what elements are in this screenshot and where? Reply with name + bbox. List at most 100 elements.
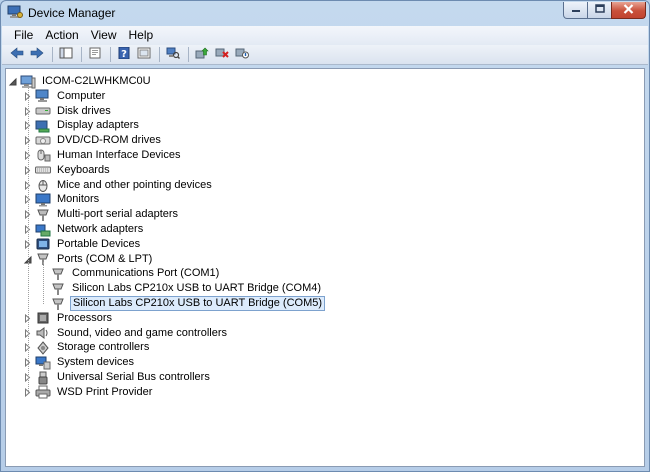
processor-icon xyxy=(35,311,51,325)
back-button[interactable] xyxy=(8,47,26,63)
menu-view[interactable]: View xyxy=(85,26,123,45)
toolbar: ? xyxy=(2,45,648,65)
display-adapter-icon xyxy=(35,119,51,133)
disable-button[interactable] xyxy=(233,47,251,63)
properties-icon xyxy=(88,47,102,62)
maximize-icon xyxy=(594,4,605,16)
mouse-icon xyxy=(35,178,51,193)
toolbar-separator xyxy=(110,47,111,62)
help-button[interactable]: ? xyxy=(115,46,133,63)
tree-category-display-adapters[interactable]: Display adapters xyxy=(35,118,141,133)
tree-item-label: Disk drives xyxy=(57,104,111,117)
show-hidden-icon xyxy=(137,47,151,62)
device-tree-pane[interactable]: ICOM-C2LWHKMC0U Computer Disk drives Displa… xyxy=(5,68,645,467)
portable-device-icon xyxy=(35,237,51,251)
tree-item-label: ICOM-C2LWHKMC0U xyxy=(42,75,151,87)
tree-connector-line xyxy=(28,84,29,393)
toolbar-separator xyxy=(188,47,189,62)
window-title: Device Manager xyxy=(28,6,116,20)
update-driver-button[interactable] xyxy=(193,47,211,63)
keyboard-icon xyxy=(35,163,51,177)
menu-action[interactable]: Action xyxy=(39,26,84,45)
tree-connector-line xyxy=(43,262,44,304)
tree-item-label: Universal Serial Bus controllers xyxy=(57,371,210,383)
tree-item-label: Network adapters xyxy=(57,223,144,235)
tree-category-ports-com-lpt[interactable]: Ports (COM & LPT) xyxy=(35,252,154,267)
show-hide-console-tree-icon xyxy=(59,47,73,62)
properties-button[interactable] xyxy=(86,47,104,63)
tree-category-disk-drives[interactable]: Disk drives xyxy=(35,104,113,119)
tree-item-label: Multi-port serial adapters xyxy=(57,208,179,221)
serial-adapter-icon xyxy=(35,208,51,222)
tree-category-multi-port-serial-adapters[interactable]: Multi-port serial adapters xyxy=(35,207,180,222)
disk-drive-icon xyxy=(35,104,51,118)
tree-device-item[interactable]: Communications Port (COM1) xyxy=(50,266,221,281)
tree-item-label: Communications Port (COM1) xyxy=(72,267,220,280)
tree-device-item[interactable]: Silicon Labs CP210x USB to UART Bridge (… xyxy=(50,296,326,311)
minimize-icon xyxy=(571,4,581,16)
forward-button[interactable] xyxy=(28,47,46,63)
port-icon xyxy=(50,282,66,296)
tree-category-processors[interactable]: Processors xyxy=(35,311,114,326)
tree-item-label: Sound, video and game controllers xyxy=(57,326,227,339)
title-bar[interactable]: Device Manager xyxy=(1,1,649,25)
tree-item-label: Processors xyxy=(57,311,113,324)
tree-category-universal-serial-bus-controllers[interactable]: Universal Serial Bus controllers xyxy=(35,370,212,385)
tree-device-item[interactable]: Silicon Labs CP210x USB to UART Bridge (… xyxy=(50,281,323,296)
tree-category-computer[interactable]: Computer xyxy=(35,89,107,104)
dvd-drive-icon xyxy=(35,134,51,148)
hid-icon xyxy=(35,149,51,163)
tree-root-computer[interactable]: ICOM-C2LWHKMC0U xyxy=(20,74,153,89)
show-hide-tree-button[interactable] xyxy=(57,47,75,63)
tree-item-label: System devices xyxy=(57,356,135,369)
uninstall-button[interactable] xyxy=(213,47,231,63)
tree-item-label: Keyboards xyxy=(57,163,110,176)
device-manager-window: Device Manager File Action View Help ? I… xyxy=(0,0,650,472)
tree-category-wsd-print-provider[interactable]: WSD Print Provider xyxy=(35,385,154,400)
sound-icon xyxy=(35,326,51,340)
menu-file[interactable]: File xyxy=(8,26,39,45)
tree-category-keyboards[interactable]: Keyboards xyxy=(35,163,112,178)
close-icon xyxy=(623,3,634,17)
tree-category-network-adapters[interactable]: Network adapters xyxy=(35,222,145,237)
maximize-button[interactable] xyxy=(587,2,612,19)
port-icon xyxy=(50,267,66,281)
storage-controller-icon xyxy=(35,341,51,355)
tree-category-mice-and-other-pointing-devices[interactable]: Mice and other pointing devices xyxy=(35,178,214,193)
uninstall-icon xyxy=(215,47,229,62)
tree-category-storage-controllers[interactable]: Storage controllers xyxy=(35,340,151,355)
scan-hardware-button[interactable] xyxy=(164,47,182,63)
system-device-icon xyxy=(35,356,51,370)
svg-text:?: ? xyxy=(121,49,127,59)
tree-item-label: Silicon Labs CP210x USB to UART Bridge (… xyxy=(72,282,322,295)
help-icon: ? xyxy=(117,46,131,62)
close-button[interactable] xyxy=(611,2,646,19)
tree-category-sound-video-and-game-controllers[interactable]: Sound, video and game controllers xyxy=(35,326,229,341)
computer-icon xyxy=(35,89,51,103)
menu-help[interactable]: Help xyxy=(123,26,160,45)
toolbar-separator xyxy=(81,47,82,62)
toolbar-separator xyxy=(159,47,160,62)
tree-item-label: Computer xyxy=(57,89,106,102)
tree-item-label: Display adapters xyxy=(57,119,139,132)
network-adapter-icon xyxy=(35,223,51,237)
collapse-arrow-icon[interactable] xyxy=(8,77,17,86)
minimize-button[interactable] xyxy=(563,2,588,19)
tree-item-label: DVD/CD-ROM drives xyxy=(57,134,161,147)
menu-bar: File Action View Help xyxy=(2,26,648,45)
tree-category-portable-devices[interactable]: Portable Devices xyxy=(35,237,142,252)
device-manager-app-icon xyxy=(7,5,23,19)
toolbar-separator xyxy=(52,47,53,62)
tree-item-label: Monitors xyxy=(57,193,100,206)
scan-hardware-icon xyxy=(166,47,180,62)
tree-category-system-devices[interactable]: System devices xyxy=(35,355,136,370)
tree-item-label: Ports (COM & LPT) xyxy=(57,252,153,265)
tree-category-monitors[interactable]: Monitors xyxy=(35,192,101,207)
update-driver-icon xyxy=(195,47,209,62)
tree-category-dvd-cd-rom-drives[interactable]: DVD/CD-ROM drives xyxy=(35,133,163,148)
tree-item-label: Mice and other pointing devices xyxy=(57,178,212,191)
show-hidden-button[interactable] xyxy=(135,47,153,63)
tree-item-label: Human Interface Devices xyxy=(57,149,181,161)
tree-category-human-interface-devices[interactable]: Human Interface Devices xyxy=(35,148,183,163)
printer-icon xyxy=(35,385,51,399)
